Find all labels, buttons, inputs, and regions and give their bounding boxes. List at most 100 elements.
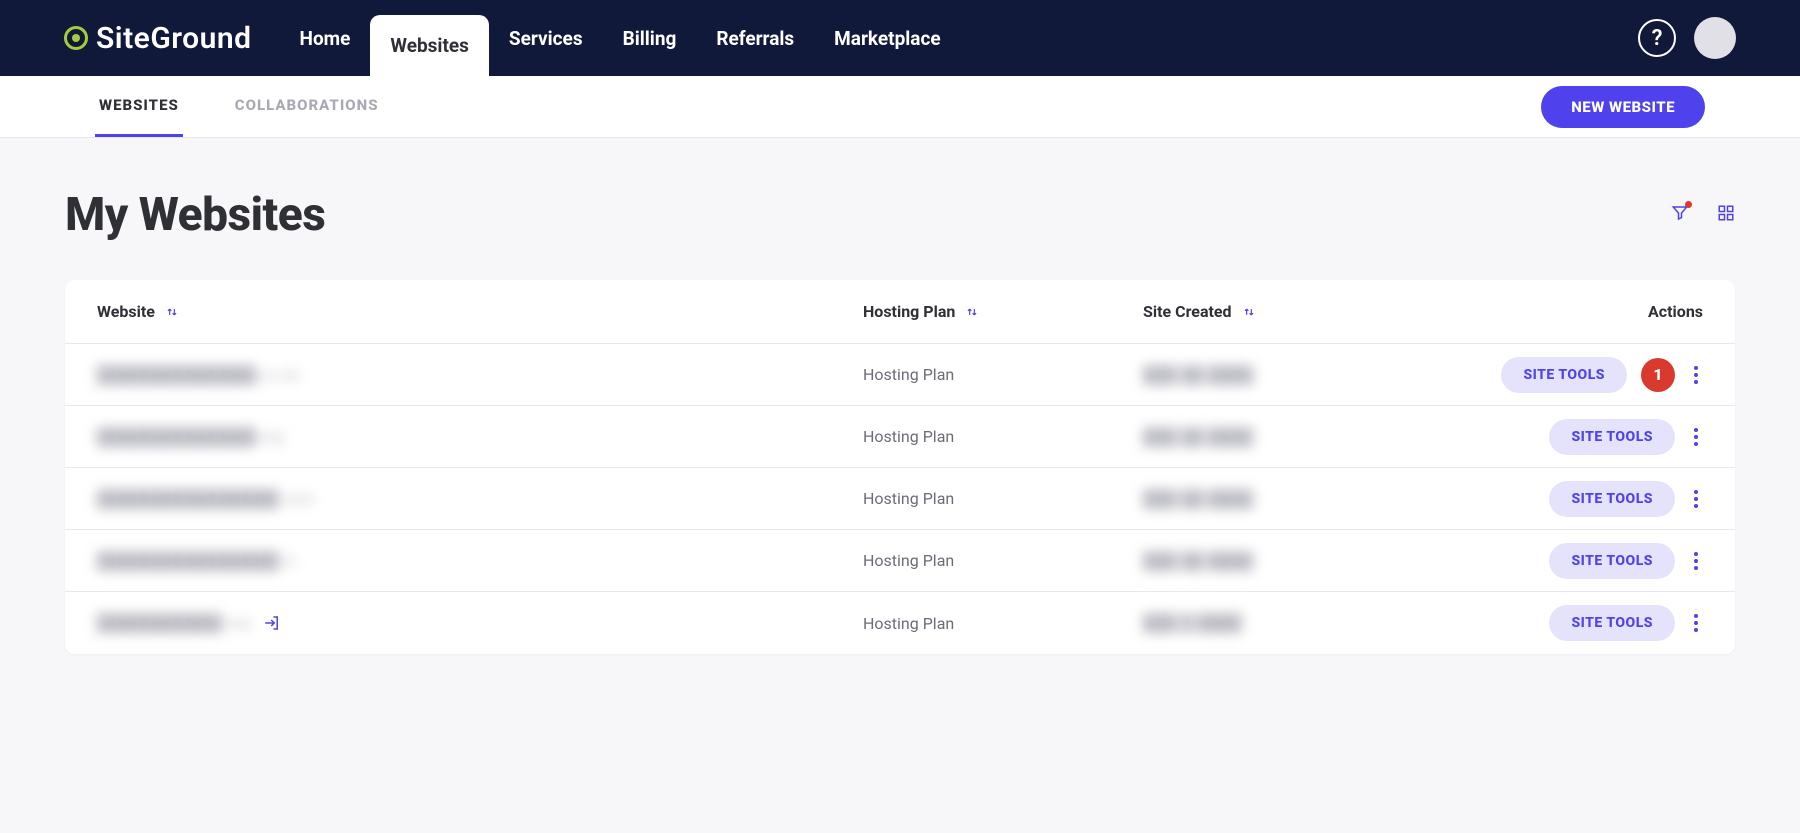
site-tools-button-label: SITE TOOLS bbox=[1571, 491, 1653, 507]
brand-logo-icon bbox=[64, 26, 88, 50]
table-row: ████████████████.com Hosting Plan███ ██ █… bbox=[65, 468, 1735, 530]
new-website-button-label: NEW WEBSITE bbox=[1571, 98, 1675, 116]
row-menu-button[interactable] bbox=[1689, 423, 1703, 451]
subnav-tab-label: WEBSITES bbox=[99, 96, 179, 114]
nav-item-label: Websites bbox=[390, 34, 469, 57]
brand-name: SiteGround bbox=[96, 21, 252, 56]
top-nav: SiteGround Home Websites Services Billing Re… bbox=[0, 0, 1800, 76]
login-icon[interactable] bbox=[263, 614, 281, 632]
grid-view-button[interactable] bbox=[1717, 204, 1735, 226]
column-header-plan-label: Hosting Plan bbox=[863, 302, 955, 321]
websites-table: Website Hosting Plan Site Created Action… bbox=[65, 280, 1735, 654]
sub-nav-tabs: WEBSITES COLLABORATIONS bbox=[95, 76, 383, 137]
site-tools-button[interactable]: SITE TOOLS bbox=[1549, 543, 1675, 579]
cell-created: ███ ██ ████ bbox=[1143, 551, 1423, 571]
nav-item-marketplace[interactable]: Marketplace bbox=[814, 0, 960, 76]
cell-created: ███ ██ ████ bbox=[1143, 489, 1423, 509]
created-date: ███ ██ ████ bbox=[1143, 551, 1253, 570]
cell-website: ████████████████.io bbox=[97, 551, 863, 571]
nav-item-websites[interactable]: Websites bbox=[370, 15, 489, 76]
cell-website: ██████████████.co.uk bbox=[97, 365, 863, 385]
cell-plan: Hosting Plan bbox=[863, 489, 1143, 508]
cell-created: ███ █ ████ bbox=[1143, 613, 1423, 633]
table-row: ███████████.org Hosting Plan███ █ ████ SIT… bbox=[65, 592, 1735, 654]
column-header-website[interactable]: Website bbox=[97, 302, 863, 321]
subnav-tab-collaborations[interactable]: COLLABORATIONS bbox=[231, 76, 383, 137]
website-name: ████████████████.io bbox=[97, 551, 296, 571]
filter-active-indicator bbox=[1685, 201, 1692, 208]
kebab-icon bbox=[1693, 489, 1699, 509]
page-tools bbox=[1671, 204, 1735, 226]
nav-item-referrals[interactable]: Referrals bbox=[696, 0, 814, 76]
site-tools-button-label: SITE TOOLS bbox=[1571, 615, 1653, 631]
page-header: My Websites bbox=[65, 188, 1735, 242]
row-menu-button[interactable] bbox=[1689, 547, 1703, 575]
table-row: ██████████████.co.ukHosting Plan███ ██ █… bbox=[65, 344, 1735, 406]
brand-logo[interactable]: SiteGround bbox=[64, 21, 252, 56]
column-header-website-label: Website bbox=[97, 302, 155, 321]
website-name: ██████████████.org bbox=[97, 427, 283, 447]
created-date: ███ ██ ████ bbox=[1143, 365, 1253, 384]
subnav-tab-websites[interactable]: WEBSITES bbox=[95, 76, 183, 137]
row-menu-button[interactable] bbox=[1689, 609, 1703, 637]
nav-item-services[interactable]: Services bbox=[489, 0, 603, 76]
help-icon: ? bbox=[1652, 26, 1663, 51]
table-body: ██████████████.co.ukHosting Plan███ ██ █… bbox=[65, 344, 1735, 654]
page-content: My Websites Website bbox=[0, 138, 1800, 704]
kebab-icon bbox=[1693, 551, 1699, 571]
nav-item-label: Referrals bbox=[716, 27, 794, 50]
site-tools-button[interactable]: SITE TOOLS bbox=[1501, 357, 1627, 393]
cell-actions: SITE TOOLS bbox=[1423, 543, 1703, 579]
row-menu-button[interactable] bbox=[1689, 361, 1703, 389]
created-date: ███ █ ████ bbox=[1143, 613, 1242, 632]
created-date: ███ ██ ████ bbox=[1143, 489, 1253, 508]
created-date: ███ ██ ████ bbox=[1143, 427, 1253, 446]
table-header-row: Website Hosting Plan Site Created Action… bbox=[65, 280, 1735, 344]
cell-plan: Hosting Plan bbox=[863, 551, 1143, 570]
cell-actions: SITE TOOLS bbox=[1423, 481, 1703, 517]
sort-icon bbox=[165, 305, 179, 319]
site-tools-button[interactable]: SITE TOOLS bbox=[1549, 605, 1675, 641]
row-menu-button[interactable] bbox=[1689, 485, 1703, 513]
site-tools-button[interactable]: SITE TOOLS bbox=[1549, 481, 1675, 517]
top-nav-right: ? bbox=[1638, 17, 1736, 59]
nav-item-billing[interactable]: Billing bbox=[603, 0, 697, 76]
column-header-actions-label: Actions bbox=[1648, 302, 1703, 321]
cell-actions: SITE TOOLS 1 bbox=[1423, 357, 1703, 393]
website-name: ████████████████.com bbox=[97, 489, 314, 509]
sort-icon bbox=[1242, 305, 1256, 319]
column-header-plan[interactable]: Hosting Plan bbox=[863, 302, 1143, 321]
cell-created: ███ ██ ████ bbox=[1143, 427, 1423, 447]
website-name: ███████████.org bbox=[97, 613, 249, 633]
help-button[interactable]: ? bbox=[1638, 19, 1676, 57]
kebab-icon bbox=[1693, 427, 1699, 447]
nav-item-label: Billing bbox=[623, 27, 677, 50]
table-row: ████████████████.io Hosting Plan███ ██ ██… bbox=[65, 530, 1735, 592]
primary-nav-items: Home Websites Services Billing Referrals Mark… bbox=[280, 0, 961, 76]
subnav-tab-label: COLLABORATIONS bbox=[235, 96, 379, 114]
cell-plan: Hosting Plan bbox=[863, 365, 1143, 384]
site-tools-button-label: SITE TOOLS bbox=[1571, 553, 1653, 569]
annotation-badge: 1 bbox=[1641, 358, 1675, 392]
table-row: ██████████████.orgHosting Plan███ ██ ███… bbox=[65, 406, 1735, 468]
cell-created: ███ ██ ████ bbox=[1143, 365, 1423, 385]
column-header-created-label: Site Created bbox=[1143, 302, 1232, 321]
cell-actions: SITE TOOLS bbox=[1423, 605, 1703, 641]
nav-item-home[interactable]: Home bbox=[280, 0, 371, 76]
sub-nav: WEBSITES COLLABORATIONS NEW WEBSITE bbox=[0, 76, 1800, 138]
filter-button[interactable] bbox=[1671, 204, 1689, 226]
kebab-icon bbox=[1693, 365, 1699, 385]
new-website-button[interactable]: NEW WEBSITE bbox=[1541, 86, 1705, 128]
cell-website: ██████████████.org bbox=[97, 427, 863, 447]
site-tools-button-label: SITE TOOLS bbox=[1523, 367, 1605, 383]
nav-item-label: Marketplace bbox=[834, 27, 940, 50]
grid-icon bbox=[1717, 204, 1735, 226]
user-avatar[interactable] bbox=[1694, 17, 1736, 59]
cell-plan: Hosting Plan bbox=[863, 614, 1143, 633]
site-tools-button[interactable]: SITE TOOLS bbox=[1549, 419, 1675, 455]
column-header-created[interactable]: Site Created bbox=[1143, 302, 1423, 321]
site-tools-button-label: SITE TOOLS bbox=[1571, 429, 1653, 445]
cell-website: ███████████.org bbox=[97, 613, 863, 633]
nav-item-label: Home bbox=[300, 27, 351, 50]
cell-actions: SITE TOOLS bbox=[1423, 419, 1703, 455]
